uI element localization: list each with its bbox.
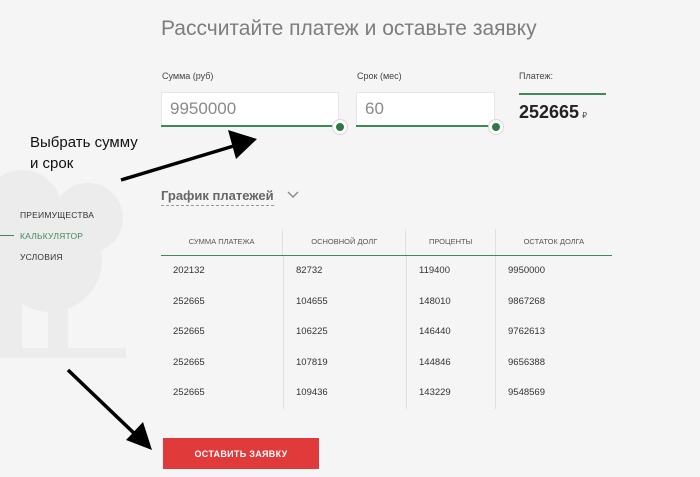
page-title: Рассчитайте платеж и оставьте заявку bbox=[161, 17, 537, 40]
table-cell: 202132 bbox=[173, 265, 205, 276]
table-cell: 119400 bbox=[406, 256, 495, 287]
table-cell: 252665 bbox=[173, 387, 205, 399]
side-nav: ПРЕИМУЩЕСТВА КАЛЬКУЛЯТОР УСЛОВИЯ bbox=[0, 208, 94, 271]
column-header: ОСНОВНОЙ ДОЛГ bbox=[282, 229, 405, 255]
table-cell: 9548569 bbox=[495, 378, 612, 409]
table-header: СУММА ПЛАТЕЖА ОСНОВНОЙ ДОЛГ ПРОЦЕНТЫ ОСТ… bbox=[161, 229, 612, 256]
table-row: 252665 106225 146440 9762613 bbox=[161, 317, 612, 348]
column-header: ПРОЦЕНТЫ bbox=[405, 229, 494, 255]
payment-underline bbox=[519, 93, 606, 95]
amount-slider-handle[interactable] bbox=[333, 120, 347, 134]
table-cell: 252665 bbox=[173, 295, 205, 307]
currency-sign: ₽ bbox=[582, 111, 588, 120]
annotation-line-1: Выбрать сумму bbox=[30, 134, 138, 151]
table-row: 252665 104655 148010 9867268 bbox=[161, 286, 612, 318]
table-cell: 252665 bbox=[173, 356, 205, 368]
table-cell: 9950000 bbox=[495, 256, 612, 287]
payment-label: Платеж: bbox=[519, 71, 553, 81]
table-cell: 109436 bbox=[283, 378, 406, 409]
table-cell: 106225 bbox=[283, 317, 406, 348]
amount-input[interactable]: 9950000 bbox=[161, 92, 339, 126]
side-nav-item-calculator[interactable]: КАЛЬКУЛЯТОР bbox=[0, 229, 94, 250]
table-row: 202132 82732 119400 9950000 bbox=[161, 256, 612, 287]
term-slider-handle[interactable] bbox=[489, 120, 503, 134]
term-input[interactable]: 60 bbox=[356, 92, 495, 126]
column-header: ОСТАТОК ДОЛГА bbox=[494, 229, 612, 255]
column-header: СУММА ПЛАТЕЖА bbox=[188, 237, 255, 246]
table-cell: 9867268 bbox=[495, 286, 612, 318]
amount-label: Сумма (руб) bbox=[162, 71, 214, 81]
table-cell: 9762613 bbox=[495, 317, 612, 348]
table-cell: 9656388 bbox=[495, 347, 612, 379]
table-cell: 144846 bbox=[406, 347, 495, 379]
arrow-to-inputs-icon bbox=[120, 130, 257, 182]
table-cell: 146440 bbox=[406, 317, 495, 348]
table-cell: 148010 bbox=[406, 286, 495, 318]
table-cell: 252665 bbox=[173, 326, 205, 338]
table-cell: 104655 bbox=[283, 286, 406, 318]
side-nav-item-advantages[interactable]: ПРЕИМУЩЕСТВА bbox=[20, 208, 94, 229]
table-cell: 82732 bbox=[283, 256, 406, 287]
table-row: 252665 109436 143229 9548569 bbox=[161, 378, 612, 409]
annotation-line-2: и срок bbox=[30, 155, 74, 172]
schedule-toggle[interactable]: График платежей bbox=[161, 188, 274, 206]
term-label: Срок (мес) bbox=[357, 71, 402, 81]
side-nav-item-conditions[interactable]: УСЛОВИЯ bbox=[20, 250, 94, 271]
arrow-to-button-icon bbox=[66, 368, 152, 450]
chevron-down-icon[interactable] bbox=[286, 190, 300, 200]
payment-value: 252665 bbox=[519, 102, 580, 122]
table-cell: 143229 bbox=[406, 378, 495, 409]
payment-schedule-table: СУММА ПЛАТЕЖА ОСНОВНОЙ ДОЛГ ПРОЦЕНТЫ ОСТ… bbox=[161, 229, 612, 409]
submit-application-button[interactable]: ОСТАВИТЬ ЗАЯВКУ bbox=[163, 438, 319, 469]
annotation-text: Выбрать сумму и срок bbox=[30, 132, 138, 174]
term-slider-track[interactable] bbox=[356, 125, 493, 127]
table-row: 252665 107819 144846 9656388 bbox=[161, 347, 612, 379]
table-cell: 107819 bbox=[283, 347, 406, 379]
amount-slider-track[interactable] bbox=[161, 125, 338, 127]
